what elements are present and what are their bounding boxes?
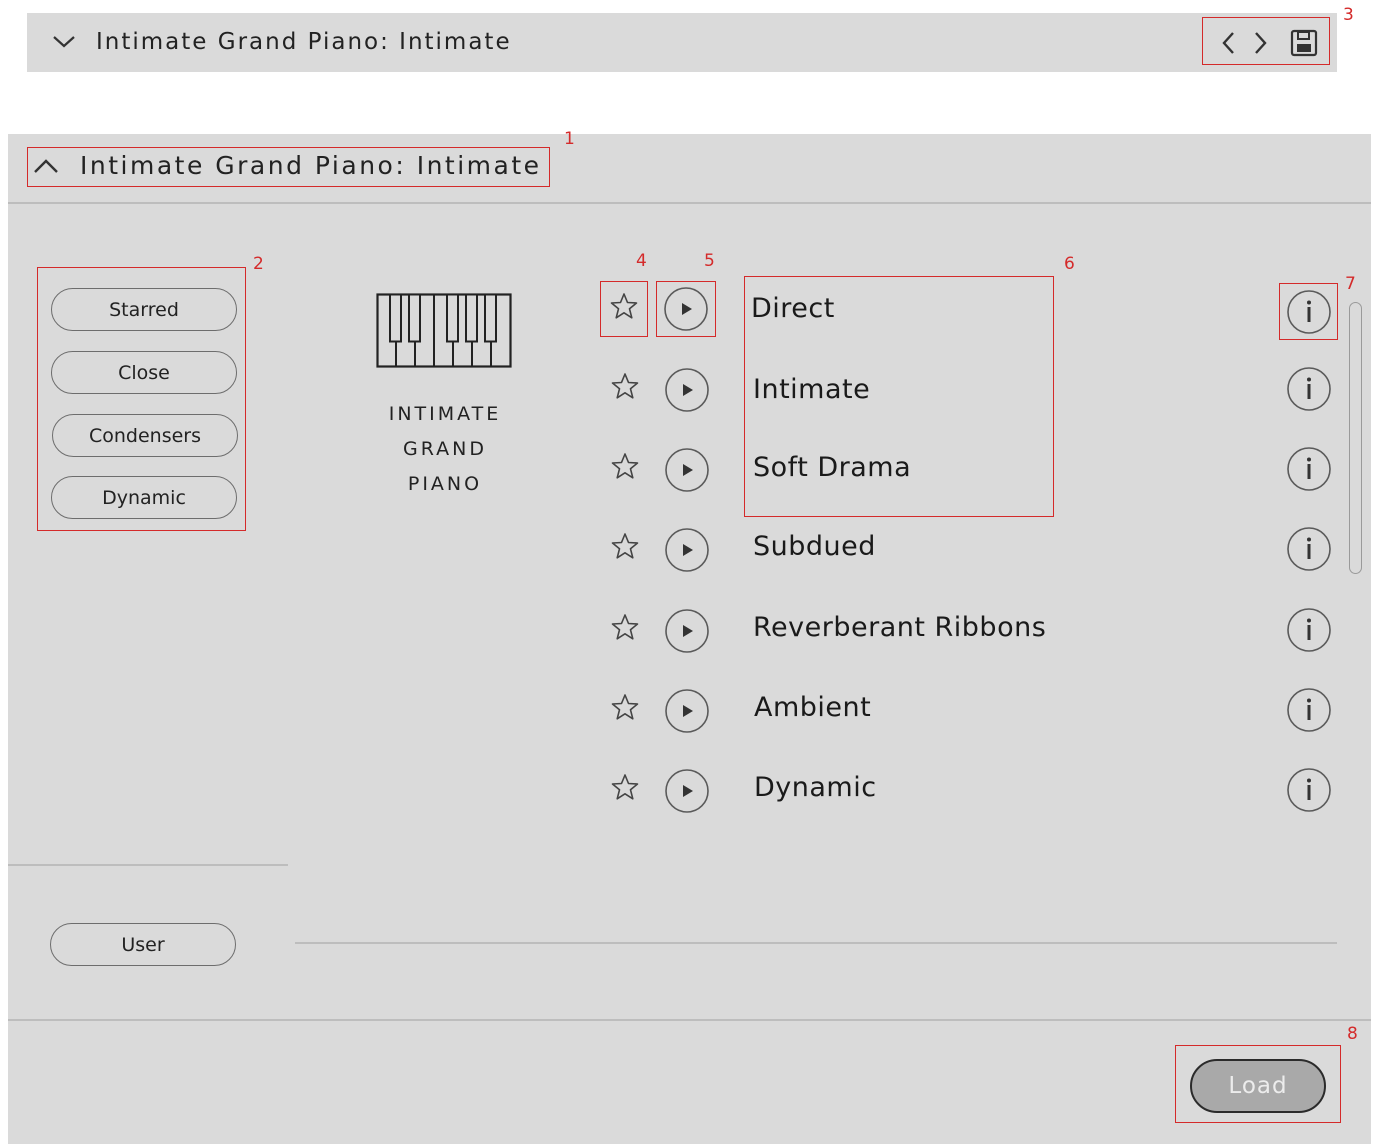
preset-name[interactable]: Subdued [753,531,876,562]
star-icon[interactable] [610,612,640,642]
star-icon[interactable] [610,371,640,401]
play-icon[interactable] [664,688,710,734]
collapsed-preset-header[interactable]: Intimate Grand Piano: Intimate [27,13,1337,72]
info-icon[interactable] [1286,687,1332,733]
annotation-box-1 [27,147,550,187]
annotation-number-3: 3 [1343,5,1354,25]
annotation-box-7 [1279,283,1338,340]
info-icon[interactable] [1286,526,1332,572]
annotation-number-7: 7 [1345,274,1356,294]
annotation-number-1: 1 [564,129,575,149]
annotation-number-2: 2 [253,254,264,274]
annotation-box-2 [37,267,246,531]
annotation-number-8: 8 [1347,1024,1358,1044]
play-icon[interactable] [664,447,710,493]
annotation-box-8 [1175,1045,1341,1123]
star-icon[interactable] [610,451,640,481]
chevron-down-icon[interactable] [51,31,77,51]
preset-list-scrollbar[interactable] [1349,302,1362,574]
instrument-name: INTIMATE GRAND PIANO [388,403,502,495]
header-divider [8,202,1371,204]
tag-user-button[interactable]: User [50,923,236,966]
preset-name[interactable]: Reverberant Ribbons [753,612,1046,643]
annotation-box-5 [656,281,716,337]
user-divider [295,942,1337,944]
info-icon[interactable] [1286,366,1332,412]
annotation-box-6 [744,276,1054,517]
piano-icon [376,293,512,368]
annotation-number-5: 5 [704,251,715,271]
preset-name[interactable]: Ambient [754,692,871,723]
info-icon[interactable] [1286,446,1332,492]
play-icon[interactable] [664,527,710,573]
annotation-number-4: 4 [636,251,647,271]
collapsed-header-title: Intimate Grand Piano: Intimate [96,29,512,55]
play-icon[interactable] [664,608,710,654]
annotation-box-3 [1202,17,1330,65]
footer-divider [8,1019,1371,1021]
play-icon[interactable] [664,768,710,814]
annotation-box-4 [600,281,648,337]
info-icon[interactable] [1286,767,1332,813]
preset-name[interactable]: Dynamic [754,772,877,803]
info-icon[interactable] [1286,607,1332,653]
star-icon[interactable] [610,531,640,561]
annotation-number-6: 6 [1064,254,1075,274]
star-icon[interactable] [610,772,640,802]
play-icon[interactable] [664,367,710,413]
star-icon[interactable] [610,692,640,722]
left-divider [8,864,288,866]
